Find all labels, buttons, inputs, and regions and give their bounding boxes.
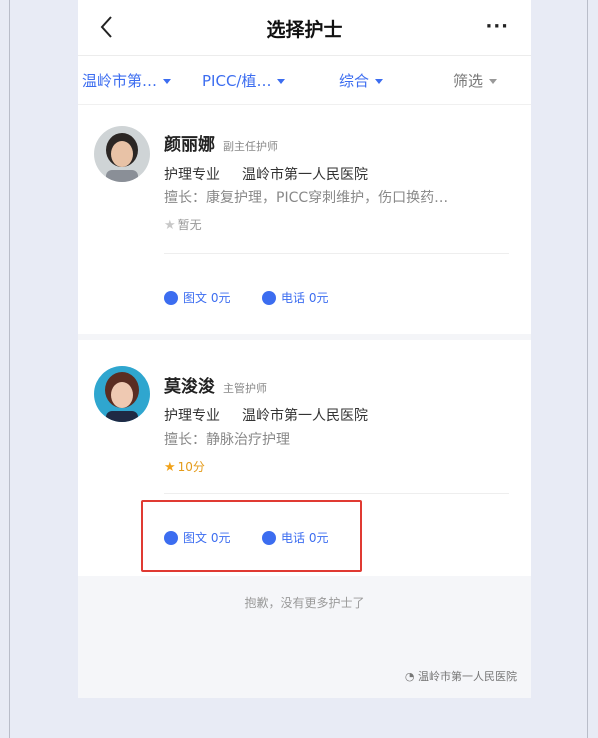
nurse-name-text: 颜丽娜 — [164, 135, 215, 155]
nurse-hospital: 温岭市第一人民医院 — [242, 408, 368, 424]
image-text-consult-button[interactable]: 图文 0元 — [164, 529, 230, 546]
nav-bar: 选择护士 ··· — [78, 0, 531, 56]
list-footer: 抱歉，没有更多护士了 ◔ 温岭市第一人民医院 — [78, 576, 531, 698]
more-icon[interactable]: ··· — [485, 16, 509, 37]
nurse-specialty: 擅长：静脉治疗护理 — [164, 432, 290, 448]
image-text-consult-button[interactable]: 图文 0元 — [164, 289, 230, 306]
service-label: 图文 0元 — [183, 531, 231, 545]
nurse-rating-text: 10分 — [177, 460, 205, 474]
frame-border-right — [587, 0, 588, 738]
chevron-down-icon — [489, 79, 498, 84]
filter-hospital-label: 温岭市第… — [82, 72, 158, 90]
phone-icon — [262, 531, 276, 545]
filter-hospital[interactable]: 温岭市第… — [82, 70, 172, 91]
filter-screen-label: 筛选 — [453, 72, 484, 90]
service-label: 图文 0元 — [183, 291, 231, 305]
phone-icon — [262, 291, 276, 305]
nurse-major: 护理专业 — [164, 167, 220, 183]
nurse-name-text: 莫浚浚 — [164, 377, 215, 397]
nurse-title: 副主任护师 — [223, 140, 278, 153]
star-icon: ★ — [164, 460, 176, 475]
wechat-icon: ◔ — [404, 670, 418, 683]
service-label: 电话 0元 — [281, 531, 329, 545]
nurse-specialty: 擅长：康复护理，PICC穿刺维护，伤口换药… — [164, 190, 449, 206]
service-label: 电话 0元 — [281, 291, 329, 305]
app-screen: 选择护士 ··· 温岭市第… PICC/植… 综合 筛选 颜丽娜 副主任护师 护… — [78, 0, 531, 698]
nurse-rating: ★ 10分 — [164, 458, 205, 475]
nurse-card[interactable]: 莫浚浚 主管护师 护理专业 温岭市第一人民医院 擅长：静脉治疗护理 ★ 10分 图文 … — [78, 340, 531, 576]
nurse-major: 护理专业 — [164, 408, 220, 424]
filter-sort-label: 综合 — [339, 72, 370, 90]
filter-screen[interactable]: 筛选 — [453, 70, 498, 91]
avatar — [94, 366, 150, 422]
filter-department[interactable]: PICC/植… — [202, 70, 286, 91]
watermark: ◔ 温岭市第一人民医院 — [405, 668, 517, 684]
chevron-down-icon — [163, 79, 172, 84]
nurse-name: 莫浚浚 主管护师 — [164, 372, 267, 397]
filter-bar: 温岭市第… PICC/植… 综合 筛选 — [78, 56, 531, 105]
nurse-title: 主管护师 — [223, 382, 267, 395]
divider — [164, 253, 509, 254]
nurse-card[interactable]: 颜丽娜 副主任护师 护理专业 温岭市第一人民医院 擅长：康复护理，PICC穿刺维护，… — [78, 106, 531, 334]
image-text-icon — [164, 291, 178, 305]
nurse-hospital: 温岭市第一人民医院 — [242, 167, 368, 183]
nurse-info: 护理专业 温岭市第一人民医院 — [164, 164, 368, 184]
nurse-info: 护理专业 温岭市第一人民医院 — [164, 405, 368, 425]
nurse-name: 颜丽娜 副主任护师 — [164, 130, 278, 155]
frame-border-left — [9, 0, 10, 738]
phone-consult-button[interactable]: 电话 0元 — [262, 529, 328, 546]
star-icon: ★ — [164, 218, 176, 233]
chevron-down-icon — [375, 79, 384, 84]
phone-consult-button[interactable]: 电话 0元 — [262, 289, 328, 306]
avatar — [94, 126, 150, 182]
page-title: 选择护士 — [266, 19, 343, 41]
chevron-down-icon — [277, 79, 286, 84]
nurse-rating-text: 暂无 — [177, 218, 202, 232]
watermark-text: 温岭市第一人民医院 — [418, 670, 517, 683]
image-text-icon — [164, 531, 178, 545]
nurse-rating: ★ 暂无 — [164, 216, 202, 233]
divider — [164, 493, 509, 494]
no-more-text: 抱歉，没有更多护士了 — [244, 596, 365, 610]
filter-department-label: PICC/植… — [202, 72, 272, 90]
filter-sort[interactable]: 综合 — [339, 70, 384, 91]
